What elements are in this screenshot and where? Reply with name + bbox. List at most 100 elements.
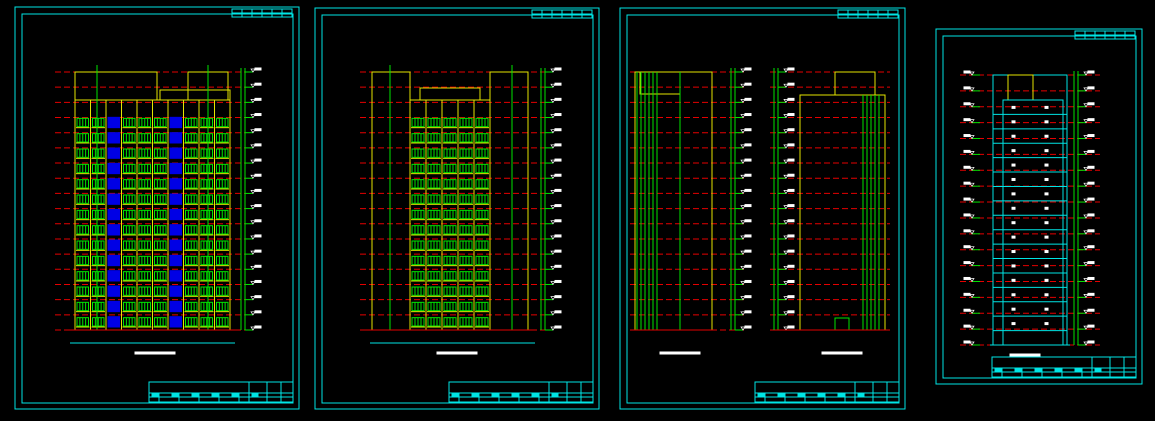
elevation-marker: [545, 97, 562, 103]
window: [184, 271, 198, 282]
roof-stair-tower: [639, 71, 681, 95]
elevation-marker: [963, 181, 980, 187]
window: [200, 179, 214, 190]
level-label: [254, 113, 262, 117]
window: [475, 209, 489, 221]
glass-panel: [107, 239, 120, 251]
level-label: [744, 249, 752, 253]
room-label: [1011, 120, 1016, 124]
level-label: [963, 86, 971, 90]
level-label: [254, 128, 262, 132]
window: [200, 240, 214, 251]
window: [443, 301, 457, 313]
level-label: [554, 234, 562, 238]
level-label: [554, 279, 562, 283]
level-label: [1087, 149, 1095, 153]
sheet-inner-border: [942, 35, 1137, 379]
window: [411, 271, 425, 282]
elevation-marker: [778, 173, 795, 179]
window: [215, 179, 229, 190]
elevation-marker: [245, 234, 262, 240]
glass-panel: [107, 147, 120, 159]
level-label: [1087, 70, 1095, 74]
level-label: [787, 325, 795, 329]
window: [411, 117, 425, 129]
window: [122, 117, 136, 129]
title-block-text: [471, 393, 479, 397]
elevation-marker: [778, 82, 795, 88]
window: [184, 240, 198, 251]
cad-drawing-canvas[interactable]: [0, 0, 1155, 421]
window: [76, 240, 90, 251]
window: [443, 317, 457, 328]
window: [215, 240, 229, 251]
elevation-marker: [735, 188, 752, 195]
section-sheet[interactable]: [935, 28, 1143, 385]
title-block: [754, 381, 900, 403]
level-label: [787, 204, 795, 208]
title-block-text: [817, 393, 825, 397]
window: [122, 271, 136, 282]
window: [475, 240, 489, 251]
level-label: [1087, 245, 1095, 249]
level-label: [254, 295, 262, 299]
window: [443, 179, 457, 190]
level-label: [787, 234, 795, 238]
window: [459, 225, 473, 236]
level-label: [254, 158, 262, 162]
window: [153, 117, 167, 129]
elevation-marker: [245, 188, 262, 195]
level-label: [254, 82, 262, 86]
elevation-marker: [778, 158, 795, 164]
rear-elevation-sheet[interactable]: [314, 7, 600, 410]
window: [122, 179, 136, 190]
elevation-marker: [963, 245, 980, 251]
room-label: [1011, 250, 1016, 254]
title-block-text: [211, 393, 219, 397]
level-label: [554, 188, 562, 192]
window: [411, 225, 425, 236]
window: [91, 255, 105, 267]
window: [153, 194, 167, 205]
room-label: [1044, 264, 1049, 268]
room-label: [1044, 307, 1049, 311]
window: [475, 271, 489, 282]
window: [459, 133, 473, 144]
title-block-text: [451, 393, 459, 397]
level-label: [1087, 118, 1095, 122]
window: [459, 286, 473, 297]
room-label: [1044, 177, 1049, 181]
elevation-marker: [545, 325, 562, 331]
level-label: [1087, 308, 1095, 312]
elevation-marker: [1078, 245, 1095, 251]
room-label: [1044, 221, 1049, 225]
level-label: [554, 97, 562, 101]
window: [200, 133, 214, 144]
level-label: [744, 158, 752, 162]
window: [122, 225, 136, 236]
elevation-marker: [1078, 149, 1095, 156]
elevation-marker: [963, 165, 980, 171]
elevation-marker: [1078, 292, 1095, 298]
room-label: [1011, 177, 1016, 181]
elevation-marker: [545, 204, 562, 210]
level-label: [963, 181, 971, 185]
window: [411, 255, 425, 267]
level-label: [254, 143, 262, 147]
window: [459, 194, 473, 205]
front-elevation-sheet[interactable]: [14, 6, 300, 410]
elevation-marker: [1078, 340, 1095, 346]
window: [122, 209, 136, 221]
window: [411, 194, 425, 205]
elevation-marker: [245, 325, 262, 331]
window: [184, 209, 198, 221]
side-elevations-sheet[interactable]: [619, 7, 906, 410]
window: [427, 286, 441, 297]
glass-panel: [169, 132, 182, 144]
title-block-text: [1054, 368, 1062, 372]
elevation-marker: [778, 128, 795, 134]
entrance-canopy: [834, 317, 850, 331]
elevation-marker: [963, 276, 980, 283]
level-label: [1087, 340, 1095, 344]
window: [76, 148, 90, 159]
